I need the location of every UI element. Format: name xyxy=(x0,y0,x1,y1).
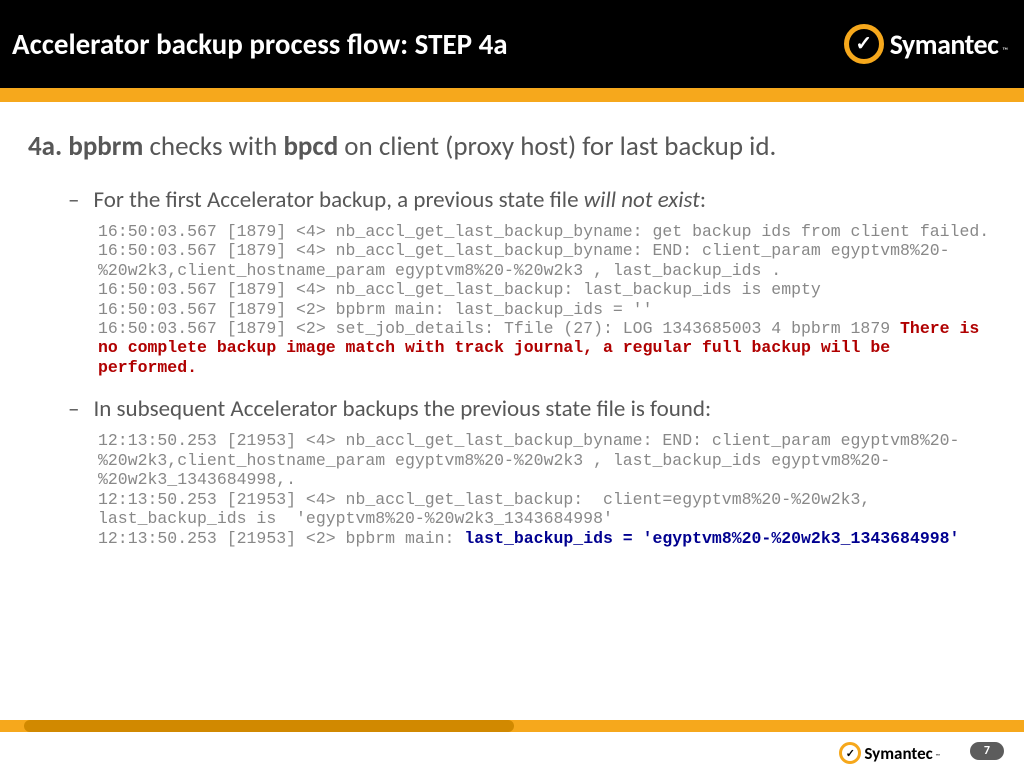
lead-text-1: checks with xyxy=(143,130,283,163)
footer-pill xyxy=(24,720,514,732)
slide-footer: ✓ Symantec ™ 7 xyxy=(0,720,1024,768)
log-block-2: 12:13:50.253 [21953] <4> nb_accl_get_las… xyxy=(98,431,996,548)
lead-text-2: on client (proxy host) for last backup i… xyxy=(338,130,776,163)
lead-bold-1: 4a. bpbrm xyxy=(28,130,143,163)
brand-name: Symantec xyxy=(890,27,999,62)
accent-bar xyxy=(0,88,1024,102)
bullet-2: – In subsequent Accelerator backups the … xyxy=(68,395,996,425)
lead-sentence: 4a. bpbrm checks with bpcd on client (pr… xyxy=(28,130,996,164)
slide-header: Accelerator backup process flow: STEP 4a… xyxy=(0,0,1024,88)
log-block-1: 16:50:03.567 [1879] <4> nb_accl_get_last… xyxy=(98,222,996,378)
footer-brand-name: Symantec xyxy=(864,743,932,764)
page-number: 7 xyxy=(970,742,1004,760)
check-circle-icon: ✓ xyxy=(839,742,861,764)
brand-logo: ✓ Symantec ™ xyxy=(844,24,1008,64)
slide-body: 4a. bpbrm checks with bpcd on client (pr… xyxy=(0,102,1024,548)
lead-bold-2: bpcd xyxy=(283,130,338,163)
footer-brand-logo: ✓ Symantec ™ xyxy=(839,742,940,764)
check-circle-icon: ✓ xyxy=(844,24,884,64)
trademark-icon: ™ xyxy=(1002,46,1008,56)
slide-title: Accelerator backup process flow: STEP 4a xyxy=(12,26,508,62)
dash-icon: – xyxy=(68,395,79,425)
log1-gray: 16:50:03.567 [1879] <4> nb_accl_get_last… xyxy=(98,222,989,338)
bullet-1: – For the first Accelerator backup, a pr… xyxy=(68,186,996,216)
bullet-1-text: For the first Accelerator backup, a prev… xyxy=(93,186,706,216)
dash-icon: – xyxy=(68,186,79,216)
trademark-icon: ™ xyxy=(936,752,940,760)
log2-highlight: last_backup_ids = 'egyptvm8%20-%20w2k3_1… xyxy=(464,529,959,548)
bullet-2-text: In subsequent Accelerator backups the pr… xyxy=(93,395,711,425)
